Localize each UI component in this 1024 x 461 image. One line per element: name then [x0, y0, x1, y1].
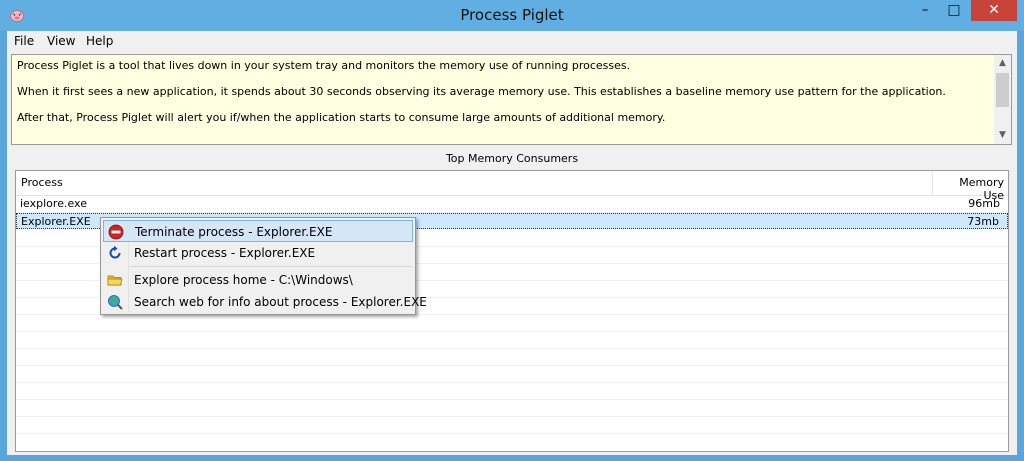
refresh-icon: [107, 245, 123, 261]
grid-line: [16, 382, 1008, 383]
title-bar[interactable]: Process Piglet – □ ✕: [0, 0, 1024, 31]
context-menu: Terminate process - Explorer.EXE Restart…: [100, 217, 427, 315]
grid-line: [16, 348, 1008, 349]
grid-line: [16, 365, 1008, 366]
list-header: Process Memory Use: [16, 171, 1008, 202]
folder-icon: [107, 272, 123, 288]
context-item-label: Terminate process - Explorer.EXE: [135, 225, 333, 239]
row-process: Explorer.EXE: [21, 215, 91, 228]
context-restart-process[interactable]: Restart process - Explorer.EXE: [103, 242, 413, 264]
context-item-label: Explore process home - C:\Windows\: [134, 273, 353, 287]
menu-view[interactable]: View: [47, 34, 75, 48]
section-label: Top Memory Consumers: [445, 152, 579, 165]
minimize-button[interactable]: –: [911, 0, 939, 21]
grid-line: [16, 399, 1008, 400]
menu-help[interactable]: Help: [86, 34, 113, 48]
description-line-3: After that, Process Piglet will alert yo…: [17, 111, 666, 124]
table-row[interactable]: iexplore.exe 96mb: [16, 196, 1008, 213]
scroll-thumb[interactable]: [996, 73, 1009, 107]
context-item-label: Search web for info about process - Expl…: [134, 295, 427, 309]
maximize-button[interactable]: □: [940, 0, 968, 21]
row-memory: 73mb: [967, 215, 999, 228]
row-process: iexplore.exe: [20, 197, 87, 210]
window-title: Process Piglet: [460, 6, 564, 24]
scroll-down-icon[interactable]: ▼: [994, 127, 1011, 144]
context-menu-separator: [130, 266, 413, 267]
context-search-web[interactable]: Search web for info about process - Expl…: [103, 291, 427, 313]
description-line-2: When it first sees a new application, it…: [17, 85, 946, 98]
context-terminate-process[interactable]: Terminate process - Explorer.EXE: [103, 220, 413, 242]
description-box[interactable]: Process Piglet is a tool that lives down…: [11, 54, 1012, 145]
column-divider[interactable]: [932, 171, 933, 195]
scroll-up-icon[interactable]: ▲: [994, 55, 1011, 72]
stop-sign-icon: [108, 224, 124, 240]
globe-search-icon: [107, 294, 123, 310]
app-window: Process Piglet – □ ✕ File View Help Proc…: [0, 0, 1024, 461]
grid-line: [16, 416, 1008, 417]
column-header-process[interactable]: Process: [21, 176, 63, 189]
context-explore-home[interactable]: Explore process home - C:\Windows\: [103, 269, 413, 291]
grid-line: [16, 433, 1008, 434]
row-memory: 96mb: [968, 197, 1000, 210]
description-line-1: Process Piglet is a tool that lives down…: [17, 59, 631, 72]
description-scrollbar[interactable]: ▲ ▼: [994, 55, 1011, 144]
context-item-label: Restart process - Explorer.EXE: [134, 246, 316, 260]
menu-file[interactable]: File: [14, 34, 34, 48]
close-button[interactable]: ✕: [971, 0, 1017, 21]
menu-bar: File View Help: [7, 31, 1017, 51]
grid-line: [16, 331, 1008, 332]
